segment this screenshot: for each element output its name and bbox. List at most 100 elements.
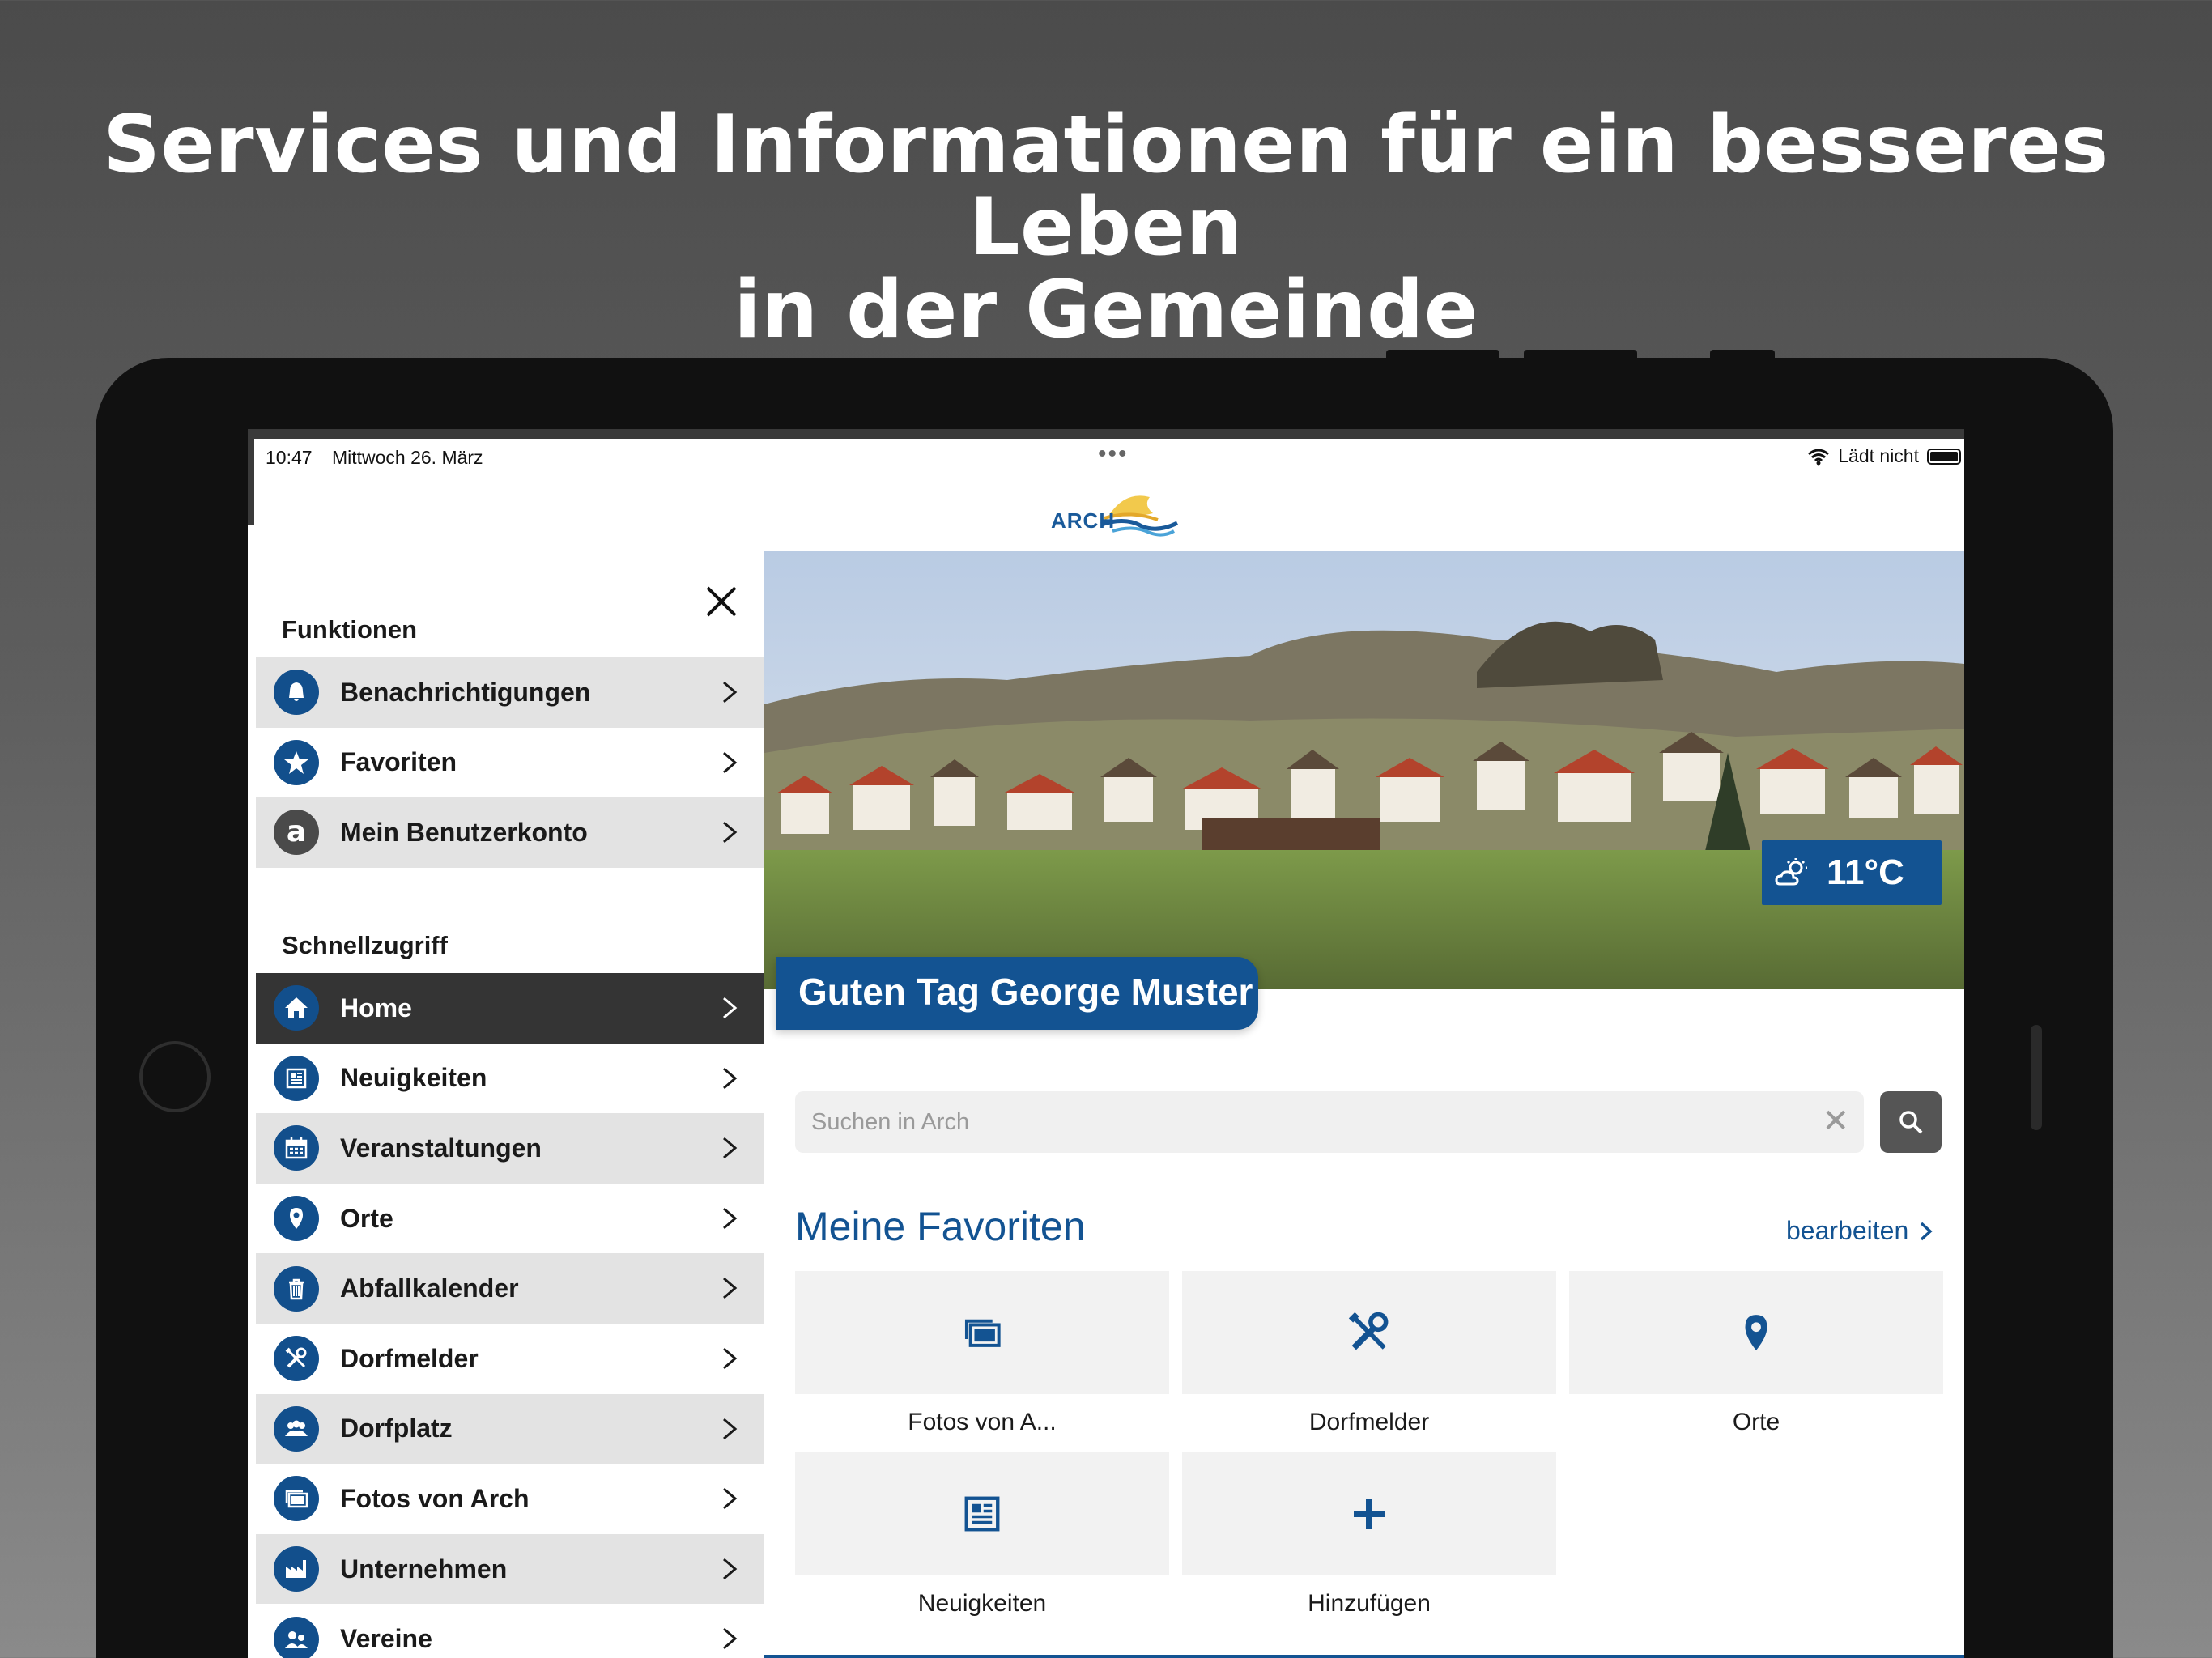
favorite-tile-label: Fotos von A... bbox=[908, 1409, 1057, 1435]
favorite-tile-hinzufuegen[interactable]: Hinzufügen bbox=[1182, 1452, 1556, 1618]
functions-menu: Benachrichtigungen Favoriten a Mein Benu… bbox=[256, 657, 764, 868]
sidebar-item-label: Dorfmelder bbox=[340, 1343, 479, 1373]
favorite-tile-orte[interactable]: Orte bbox=[1569, 1271, 1943, 1436]
sidebar-item-label: Home bbox=[340, 993, 412, 1022]
location-pin-icon bbox=[1745, 1315, 1767, 1350]
sidebar-item-label: Unternehmen bbox=[340, 1554, 508, 1584]
calendar-icon bbox=[274, 1125, 319, 1171]
sidebar-item-label: Benachrichtigungen bbox=[340, 677, 591, 707]
multitasking-dots-icon[interactable]: ••• bbox=[1098, 440, 1129, 468]
factory-icon bbox=[274, 1546, 319, 1592]
chevron-right-icon bbox=[723, 822, 738, 844]
club-icon bbox=[274, 1616, 319, 1658]
sidebar-item-label: Orte bbox=[340, 1203, 393, 1233]
tools-icon bbox=[274, 1336, 319, 1382]
sidebar-item-favoriten[interactable]: Favoriten bbox=[256, 727, 764, 798]
search-input[interactable]: Suchen in Arch ✕ bbox=[795, 1091, 1864, 1153]
headline-line-1: Services und Informationen für ein besse… bbox=[103, 99, 2109, 274]
close-icon[interactable] bbox=[701, 581, 742, 622]
star-icon bbox=[274, 739, 319, 785]
greeting-banner: Guten Tag George Muster bbox=[776, 957, 1258, 1030]
photos-icon bbox=[964, 1319, 1001, 1347]
chevron-right-icon bbox=[723, 1418, 738, 1439]
chevron-right-icon bbox=[723, 1347, 738, 1370]
sidebar-item-label: Mein Benutzerkonto bbox=[340, 817, 588, 847]
sidebar-item-fotos-von-arch[interactable]: Fotos von Arch bbox=[256, 1464, 764, 1534]
search-button[interactable] bbox=[1880, 1091, 1942, 1153]
clear-icon[interactable]: ✕ bbox=[1822, 1103, 1849, 1140]
account-icon: a bbox=[274, 810, 319, 856]
bell-icon bbox=[274, 670, 319, 716]
favorite-tile-label: Neuigkeiten bbox=[917, 1590, 1047, 1617]
main-content: 11°C Guten Tag George Muster Suchen in A… bbox=[764, 551, 1964, 1658]
headline-line-2: in der Gemeinde bbox=[734, 264, 1478, 356]
sidebar-item-abfallkalender[interactable]: Abfallkalender bbox=[256, 1253, 764, 1324]
chevron-right-icon bbox=[723, 1278, 738, 1299]
sidebar-item-neuigkeiten[interactable]: Neuigkeiten bbox=[256, 1043, 764, 1114]
logo-text: ARCH bbox=[1051, 508, 1116, 533]
quick-access-menu: Home Neuigkeiten Veranstaltungen Orte Ab… bbox=[256, 973, 764, 1658]
chevron-right-icon bbox=[723, 1137, 738, 1159]
charging-status: Lädt nicht bbox=[1838, 445, 1919, 466]
weather-badge[interactable]: 11°C bbox=[1762, 840, 1942, 905]
favorites-title: Meine Favoriten bbox=[795, 1204, 1086, 1249]
search-icon bbox=[1899, 1111, 1923, 1134]
village-landscape-image bbox=[764, 551, 1964, 989]
partly-cloudy-icon bbox=[1775, 858, 1807, 886]
headline: Services und Informationen für ein besse… bbox=[0, 104, 2212, 351]
plus-icon bbox=[1354, 1499, 1385, 1529]
svg-text:a: a bbox=[287, 816, 306, 848]
status-time: 10:47 bbox=[266, 447, 313, 468]
trash-icon bbox=[274, 1265, 319, 1312]
sidebar-item-label: Vereine bbox=[340, 1624, 432, 1654]
chevron-right-icon bbox=[1921, 1222, 1933, 1240]
sidebar-item-label: Neuigkeiten bbox=[340, 1063, 487, 1093]
favorite-tile-neuigkeiten[interactable]: Neuigkeiten bbox=[795, 1452, 1169, 1618]
arch-logo[interactable]: ARCH bbox=[1044, 486, 1190, 542]
chevron-right-icon bbox=[723, 997, 738, 1019]
temperature-value: 11°C bbox=[1827, 852, 1904, 892]
newspaper-icon bbox=[274, 1055, 319, 1101]
chevron-right-icon bbox=[723, 1207, 738, 1229]
functions-section-title: Funktionen bbox=[282, 615, 418, 644]
chevron-right-icon bbox=[723, 1067, 738, 1089]
home-icon bbox=[274, 985, 319, 1031]
chevron-right-icon bbox=[723, 681, 738, 704]
edit-favorites-link[interactable]: bearbeiten bbox=[1786, 1216, 1934, 1246]
chevron-right-icon bbox=[723, 1558, 738, 1579]
tools-icon bbox=[1348, 1312, 1389, 1350]
sidebar-item-label: Veranstaltungen bbox=[340, 1133, 542, 1163]
sidebar-item-dorfmelder[interactable]: Dorfmelder bbox=[256, 1323, 764, 1394]
sidebar-item-home[interactable]: Home bbox=[256, 973, 764, 1044]
app-screen: 10:47 Mittwoch 26. März ••• Lädt nicht A… bbox=[248, 429, 1964, 1658]
favorite-tile-dorfmelder[interactable]: Dorfmelder bbox=[1182, 1271, 1556, 1436]
screen-top-edge bbox=[248, 429, 1964, 439]
chevron-right-icon bbox=[723, 1488, 738, 1510]
people-icon bbox=[274, 1405, 319, 1452]
hero-village-image: 11°C bbox=[764, 551, 1964, 989]
photos-icon bbox=[274, 1476, 319, 1522]
tablet-home-button bbox=[139, 1041, 211, 1112]
sidebar-item-label: Abfallkalender bbox=[340, 1273, 519, 1303]
sidebar-item-dorfplatz[interactable]: Dorfplatz bbox=[256, 1393, 764, 1465]
sidebar-menu: Funktionen Benachrichtigungen Favoriten … bbox=[248, 551, 764, 1658]
sidebar-item-mein-benutzerkonto[interactable]: a Mein Benutzerkonto bbox=[256, 797, 764, 868]
chevron-right-icon bbox=[723, 1628, 738, 1650]
chevron-right-icon bbox=[723, 751, 738, 773]
favorite-tile-fotos[interactable]: Fotos von A... bbox=[795, 1271, 1169, 1436]
sidebar-item-orte[interactable]: Orte bbox=[256, 1183, 764, 1254]
sidebar-item-veranstaltungen[interactable]: Veranstaltungen bbox=[256, 1113, 764, 1184]
sidebar-item-vereine[interactable]: Vereine bbox=[256, 1604, 764, 1658]
favorite-tile-label: Orte bbox=[1732, 1409, 1780, 1435]
search-placeholder: Suchen in Arch bbox=[811, 1109, 970, 1135]
favorite-tile-label: Dorfmelder bbox=[1308, 1409, 1430, 1435]
quick-access-section-title: Schnellzugriff bbox=[282, 931, 448, 959]
battery-icon bbox=[1927, 448, 1961, 465]
favorite-tile-label: Hinzufügen bbox=[1308, 1590, 1431, 1617]
sidebar-item-unternehmen[interactable]: Unternehmen bbox=[256, 1533, 764, 1605]
sidebar-item-label: Fotos von Arch bbox=[340, 1483, 530, 1513]
newspaper-icon bbox=[964, 1496, 1000, 1532]
sidebar-item-label: Dorfplatz bbox=[340, 1414, 453, 1443]
sidebar-item-benachrichtigungen[interactable]: Benachrichtigungen bbox=[256, 657, 764, 728]
location-pin-icon bbox=[274, 1196, 319, 1242]
